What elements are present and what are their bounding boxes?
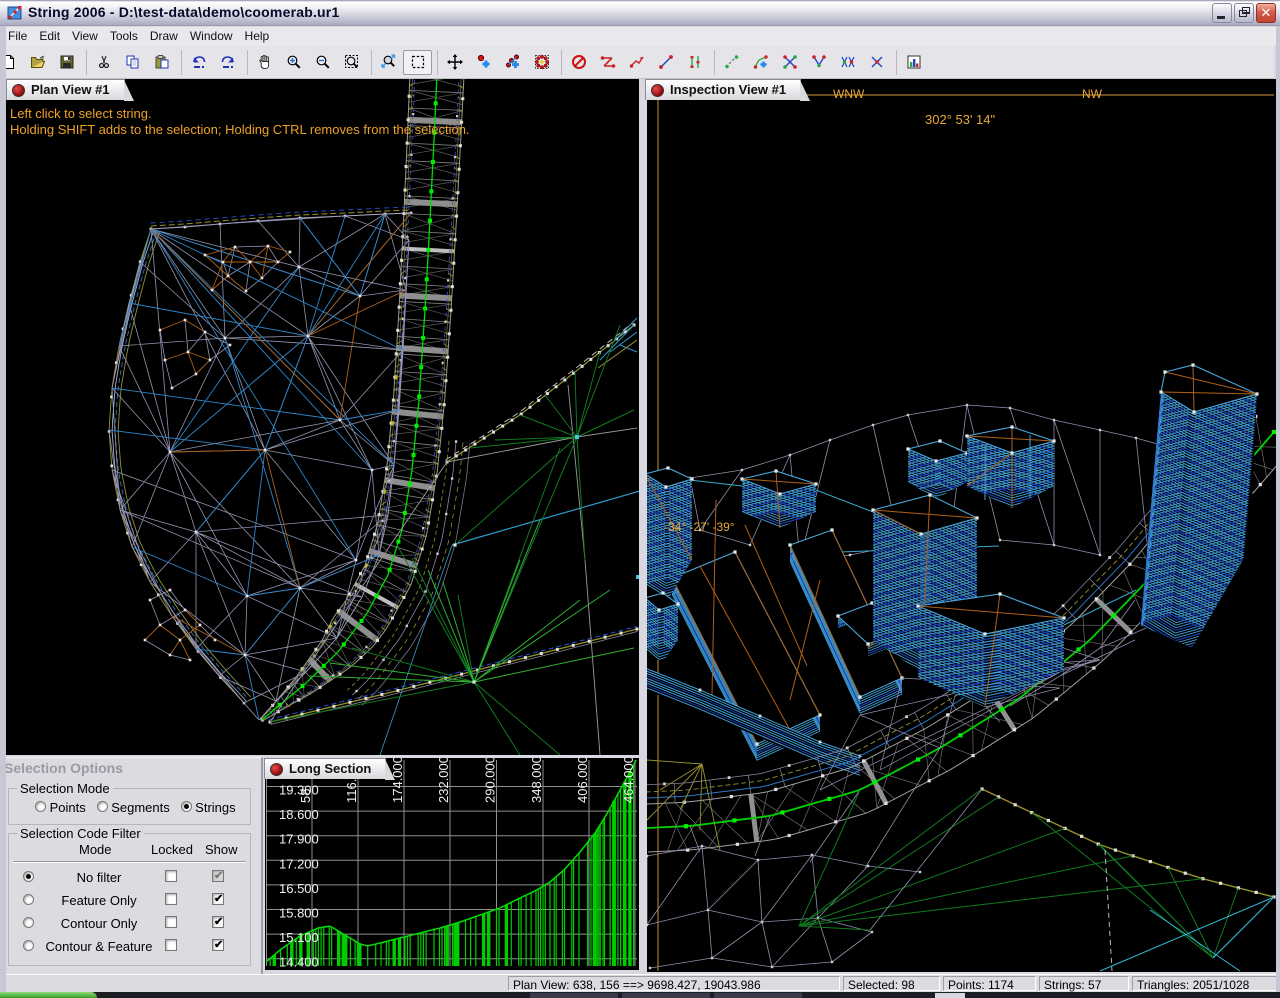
svg-text:NW: NW xyxy=(1082,87,1103,101)
svg-text:WNW: WNW xyxy=(833,87,865,101)
svg-text:15.800: 15.800 xyxy=(279,906,319,921)
svg-text:Left click to select string.: Left click to select string. xyxy=(10,106,152,121)
svg-text:-34° -27' -39°: -34° -27' -39° xyxy=(664,520,735,534)
svg-text:464.000: 464.000 xyxy=(621,758,636,803)
svg-text:18.600: 18.600 xyxy=(279,807,319,822)
svg-text:0.00: 0.00 xyxy=(265,778,268,803)
svg-text:16.500: 16.500 xyxy=(279,881,319,896)
svg-text:406.000: 406.000 xyxy=(575,758,590,803)
svg-text:19.300: 19.300 xyxy=(279,783,319,798)
svg-text:348.000: 348.000 xyxy=(529,758,544,803)
svg-text:17.200: 17.200 xyxy=(279,856,319,871)
svg-text:15.100: 15.100 xyxy=(279,930,319,945)
svg-text:232.000: 232.000 xyxy=(436,758,451,803)
svg-text:14.400: 14.400 xyxy=(279,955,319,970)
svg-text:290.000: 290.000 xyxy=(483,758,498,803)
svg-text:302° 53' 14": 302° 53' 14" xyxy=(925,112,996,127)
svg-text:17.900: 17.900 xyxy=(279,832,319,847)
svg-text:Holding SHIFT adds to the sele: Holding SHIFT adds to the selection; Hol… xyxy=(10,122,470,137)
